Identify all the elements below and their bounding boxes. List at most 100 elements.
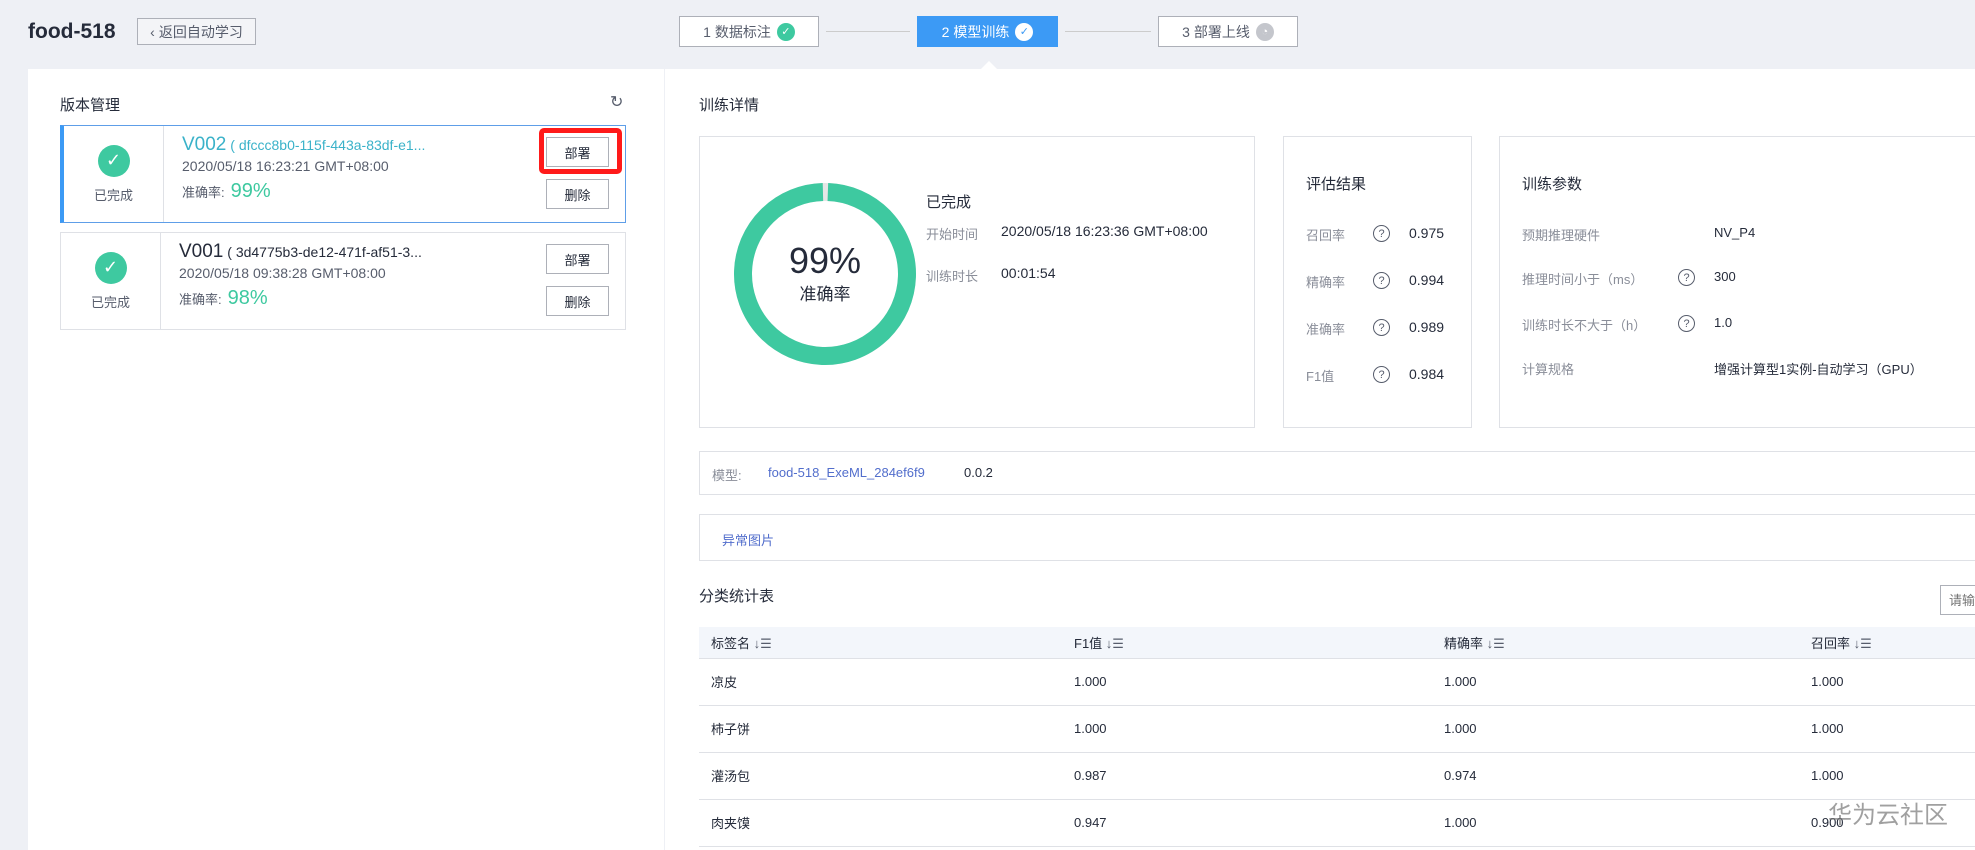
- column-header-label: 精确率: [1444, 635, 1484, 651]
- stats-table-title: 分类统计表: [699, 588, 775, 605]
- table-cell: 1.000: [1799, 705, 1975, 753]
- table-cell: 0.987: [1062, 752, 1432, 800]
- help-icon[interactable]: ?: [1373, 272, 1390, 289]
- accuracy-value: 99%: [230, 180, 271, 202]
- column-header[interactable]: 标签名 ↓☰: [699, 627, 1062, 659]
- version-title: 版本管理: [60, 97, 121, 114]
- abnormal-images-link[interactable]: 异常图片: [722, 530, 774, 549]
- model-label: 模型:: [712, 468, 742, 483]
- project-title: food-518: [28, 20, 116, 43]
- eval-metric-label: F1值: [1306, 369, 1335, 384]
- model-bar: 模型: food-518_ExeML_284ef6f9 0.0.2: [699, 451, 1975, 495]
- detail-title: 训练详情: [699, 97, 760, 114]
- table-cell: 肉夹馍: [699, 799, 1062, 847]
- param-label: 训练时长不大于（h）: [1522, 318, 1647, 333]
- help-icon[interactable]: ?: [1373, 225, 1390, 242]
- table-cell: 1.000: [1432, 658, 1799, 706]
- accuracy-value: 98%: [227, 287, 268, 309]
- help-icon[interactable]: ?: [1678, 269, 1695, 286]
- param-value: 增强计算型1实例-自动学习（GPU）: [1714, 362, 1923, 377]
- eval-metric-value: 0.989: [1409, 319, 1445, 335]
- refresh-icon[interactable]: ↻: [610, 92, 623, 112]
- stats-table: 标签名 ↓☰ F1值 ↓☰ 精确率 ↓☰ 召回率 ↓☰ 凉皮 1.000 1.000 1.0…: [699, 627, 1975, 847]
- version-card[interactable]: ✓ 已完成 V001 ( 3d4775b3-de12-471f-af51-3...…: [60, 232, 626, 330]
- back-button[interactable]: ‹ 返回自动学习: [137, 18, 256, 45]
- step-label: 1 数据标注: [703, 23, 771, 40]
- check-icon: ✓: [776, 22, 795, 41]
- column-header[interactable]: 召回率 ↓☰: [1799, 627, 1975, 659]
- sort-icon[interactable]: ↓☰: [1854, 636, 1872, 651]
- sort-icon[interactable]: ↓☰: [1106, 636, 1124, 651]
- delete-button[interactable]: 删除: [546, 286, 609, 316]
- version-date: 2020/05/18 16:23:21 GMT+08:00: [182, 158, 389, 174]
- param-value: 1.0: [1714, 315, 1733, 330]
- version-date: 2020/05/18 09:38:28 GMT+08:00: [179, 265, 386, 281]
- check-circle-icon: ✓: [97, 144, 130, 177]
- table-row: 肉夹馍 0.947 1.000 0.900: [699, 799, 1975, 847]
- watermark: 华为云社区: [1828, 802, 1948, 829]
- eval-metric-value: 0.994: [1409, 272, 1445, 288]
- version-status: 已完成: [93, 187, 133, 203]
- search-input[interactable]: [1940, 585, 1975, 615]
- column-header-label: F1值: [1074, 635, 1103, 651]
- training-status: 已完成: [926, 194, 972, 211]
- table-cell: 0.947: [1062, 799, 1432, 847]
- help-icon[interactable]: ?: [1373, 319, 1390, 336]
- help-icon[interactable]: ?: [1678, 315, 1695, 332]
- table-row: 柿子饼 1.000 1.000 1.000: [699, 705, 1975, 753]
- step-label: 3 部署上线: [1182, 23, 1250, 40]
- column-header[interactable]: 精确率 ↓☰: [1432, 627, 1799, 659]
- model-version: 0.0.2: [964, 465, 993, 480]
- eval-metric-label: 精确率: [1306, 275, 1346, 290]
- highlight-box: [539, 128, 622, 174]
- accuracy-label: 准确率:: [179, 292, 222, 307]
- table-cell: 灌汤包: [699, 752, 1062, 800]
- model-link[interactable]: food-518_ExeML_284ef6f9: [768, 465, 925, 480]
- param-label: 计算规格: [1522, 362, 1575, 377]
- sort-icon[interactable]: ↓☰: [754, 636, 772, 651]
- step-connector: [1065, 31, 1151, 32]
- step-connector: [826, 31, 910, 32]
- help-icon[interactable]: ?: [1373, 366, 1390, 383]
- eval-title: 评估结果: [1306, 176, 1367, 193]
- start-time-value: 2020/05/18 16:23:36 GMT+08:00: [1001, 223, 1208, 239]
- back-label: 返回自动学习: [158, 23, 243, 40]
- chevron-left-icon: ‹: [150, 23, 155, 40]
- sort-icon[interactable]: ↓☰: [1487, 636, 1505, 651]
- check-icon: ✓: [1015, 22, 1034, 41]
- step-data-labeling[interactable]: 1 数据标注 ✓: [679, 16, 819, 47]
- eval-box: 评估结果 召回率 ? 0.975 精确率 ? 0.994 准确率 ? 0.989 F1…: [1283, 136, 1472, 428]
- table-cell: 柿子饼: [699, 705, 1062, 753]
- version-name: V001: [179, 241, 224, 262]
- column-header-label: 标签名: [711, 635, 751, 651]
- abnormal-bar: 异常图片: [699, 514, 1975, 561]
- table-cell: 1.000: [1432, 799, 1799, 847]
- table-cell: 0.974: [1432, 752, 1799, 800]
- table-cell: 1.000: [1799, 752, 1975, 800]
- eval-metric-label: 召回率: [1306, 228, 1346, 243]
- version-name: V002: [182, 134, 227, 155]
- progress-box: 99% 准确率 已完成 开始时间 2020/05/18 16:23:36 GMT…: [699, 136, 1255, 428]
- delete-button[interactable]: 删除: [546, 179, 609, 209]
- step-deploy[interactable]: 3 部署上线 ◔: [1158, 16, 1298, 47]
- accuracy-label: 准确率: [799, 285, 851, 304]
- duration-value: 00:01:54: [1001, 265, 1056, 281]
- version-status: 已完成: [90, 294, 130, 310]
- eval-metric-label: 准确率: [1306, 322, 1346, 337]
- table-row: 灌汤包 0.987 0.974 1.000: [699, 752, 1975, 800]
- start-time-label: 开始时间: [926, 227, 979, 242]
- table-cell: 1.000: [1062, 658, 1432, 706]
- table-cell: 1.000: [1432, 705, 1799, 753]
- step-label: 2 模型训练: [941, 23, 1010, 40]
- column-header[interactable]: F1值 ↓☰: [1062, 627, 1432, 659]
- column-header-label: 召回率: [1811, 635, 1851, 651]
- eval-metric-value: 0.975: [1409, 225, 1445, 241]
- duration-label: 训练时长: [926, 269, 979, 284]
- version-id: ( 3d4775b3-de12-471f-af51-3...: [227, 244, 422, 260]
- step-model-training[interactable]: 2 模型训练 ✓: [917, 16, 1058, 47]
- table-cell: 1.000: [1062, 705, 1432, 753]
- param-value: NV_P4: [1714, 225, 1756, 240]
- param-value: 300: [1714, 269, 1736, 284]
- param-label: 预期推理硬件: [1522, 228, 1601, 243]
- deploy-button[interactable]: 部署: [546, 244, 609, 274]
